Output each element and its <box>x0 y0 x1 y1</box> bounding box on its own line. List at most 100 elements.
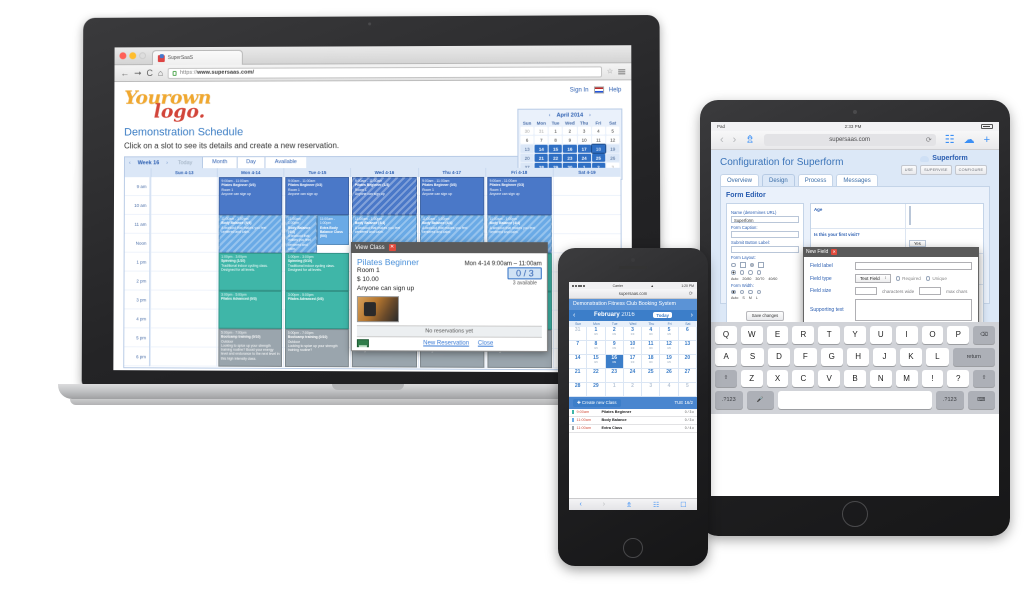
window-controls[interactable] <box>119 52 147 60</box>
calendar-day-column[interactable] <box>149 177 217 367</box>
layout-option-2080[interactable] <box>739 270 744 275</box>
close-icon[interactable]: ✕ <box>831 249 838 255</box>
mini-cal-day[interactable]: 3 <box>577 126 591 135</box>
key-p[interactable]: P <box>947 326 970 344</box>
key-h[interactable]: H <box>846 347 870 366</box>
form-name-input[interactable]: Superform <box>731 216 799 223</box>
key-d[interactable]: D <box>767 347 791 366</box>
key-g[interactable]: G <box>820 347 843 366</box>
keyboard-row-2[interactable]: A S D F G H J K Lreturn <box>714 347 996 366</box>
share-icon[interactable]: ⇯ <box>745 134 754 146</box>
backspace-key[interactable]: ⌫ <box>973 326 995 344</box>
iphone-day-cell[interactable]: 23 <box>605 368 624 383</box>
iphone-day-cell[interactable]: 4 <box>660 382 679 397</box>
forward-arrow-icon[interactable]: ➞ <box>134 68 141 78</box>
key-o[interactable]: O <box>921 326 944 344</box>
iphone-day-cell[interactable]: 5 <box>678 382 697 397</box>
cloud-icon[interactable]: ☁ <box>964 134 975 146</box>
tab-overview[interactable]: Overview <box>720 174 760 186</box>
create-class-bar[interactable]: ✚ Create new Class TUE 16/2 <box>569 396 697 409</box>
iphone-class-row[interactable]: 11:00am Body Balance 0 / 3 c <box>569 417 697 425</box>
today-button[interactable]: Today <box>653 312 672 318</box>
iphone-day-cell[interactable]: 24 <box>623 368 643 383</box>
home-icon[interactable]: ⌂ <box>158 68 163 78</box>
iphone-day-cell[interactable]: 12 0/9 <box>660 340 679 355</box>
calendar-event[interactable]: 3:00pm - 5:00pmPilates Advanced (0/3) <box>218 290 283 330</box>
keyboard-row-4[interactable]: .?123 🎤 .?123 ⌨ <box>715 391 995 409</box>
key-l[interactable]: L <box>926 347 949 366</box>
tab-day[interactable]: Day <box>236 157 265 169</box>
iphone-day-cell[interactable]: 2 0/9 <box>605 326 624 341</box>
key-y[interactable]: Y <box>844 326 866 344</box>
forward-arrow-icon[interactable]: › <box>733 134 737 146</box>
plus-icon[interactable]: + <box>984 134 990 146</box>
shift-key-left[interactable]: ⇧ <box>715 369 737 388</box>
iphone-day-cell[interactable]: 15 0/9 <box>587 354 606 369</box>
key-X[interactable]: X <box>766 369 789 388</box>
calendar-day-header[interactable]: Thu 4-17 <box>417 168 485 178</box>
calendar-event[interactable]: 9:00am - 11:00am Pilates Beginner (1/3) Ro… <box>352 177 417 216</box>
space-key[interactable] <box>778 391 932 409</box>
month-prev-icon[interactable]: ‹ <box>573 312 575 319</box>
key-q[interactable]: Q <box>715 326 737 344</box>
bookmarks-icon[interactable]: ☷ <box>653 501 659 509</box>
hamburger-menu-icon[interactable] <box>618 68 626 74</box>
calendar-event[interactable]: 11:00am - 1:00pm Extra Body Balance Class… <box>317 215 350 246</box>
calendar-event[interactable]: 11:00am - 1:00pm Body Balance (4/4) A work… <box>285 215 318 254</box>
return-key[interactable]: return <box>952 347 996 366</box>
calendar-slot[interactable] <box>151 252 217 272</box>
calendar-slot[interactable] <box>151 271 217 291</box>
iphone-day-cell[interactable]: 13 <box>678 340 697 355</box>
preview-control[interactable] <box>905 204 983 228</box>
iphone-day-cell[interactable]: 25 <box>642 368 661 383</box>
today-button[interactable]: Today <box>172 160 198 166</box>
ipad-keyboard[interactable]: Q W E R T Y U I O P ⌫ A S D F G H J K Lreturn ⇧ Z X C V B N M!? ⇧ … <box>711 322 999 414</box>
calendar-slot[interactable] <box>150 328 217 348</box>
microphone-icon[interactable]: 🎤 <box>746 391 774 409</box>
ipad-home-button[interactable] <box>842 501 868 527</box>
key-Z[interactable]: Z <box>740 369 763 388</box>
iphone-class-row[interactable]: 11:00am Extra Class 0 / 4 c <box>569 425 697 433</box>
save-changes-button[interactable]: Save changes <box>745 310 785 321</box>
close-link[interactable]: Close <box>478 340 493 346</box>
first-visit-select[interactable]: Yes <box>909 240 926 247</box>
mini-cal-day[interactable]: 21 <box>534 153 548 162</box>
calendar-event[interactable]: 9:00am - 11:00am Pilates Beginner (0/3) Ro… <box>218 177 283 216</box>
iphone-day-cell[interactable]: 20 <box>678 354 697 369</box>
iphone-day-cell[interactable]: 1 <box>605 382 624 397</box>
mini-cal-day[interactable]: 15 <box>548 144 563 153</box>
configure-button[interactable]: CONFIGURE <box>954 165 988 175</box>
reload-icon[interactable]: ⟳ <box>926 136 932 144</box>
mini-cal-days-grid[interactable]: 30 31 1 2 3 4 5 6 7 8 9 10 11 12 13 14 15 16 17 18 19 20 21 22 2… <box>520 126 620 171</box>
iphone-day-cell[interactable]: 3 <box>642 382 661 397</box>
mini-cal-day[interactable]: 5 <box>606 126 620 135</box>
width-option-s[interactable] <box>739 289 744 294</box>
keyboard-row-1[interactable]: Q W E R T Y U I O P ⌫ <box>715 326 995 344</box>
supporting-text-area[interactable] <box>855 299 972 321</box>
iphone-day-cell[interactable]: 27 <box>678 368 697 383</box>
chars-wide-input[interactable] <box>855 287 877 295</box>
calendar-slot[interactable] <box>151 234 217 254</box>
language-flag-icon[interactable] <box>593 86 604 94</box>
help-link[interactable]: Help <box>609 87 621 93</box>
key-r[interactable]: R <box>792 326 815 344</box>
mini-cal-day[interactable]: 7 <box>534 135 548 144</box>
calendar-event[interactable]: 5:00pm - 7:00pmBootcamp training (0/10)O… <box>218 328 283 368</box>
calendar-day-column[interactable]: 9:00am - 11:00am Pilates Beginner (0/3) Ro… <box>216 177 284 368</box>
key-f[interactable]: F <box>794 347 817 366</box>
form-caption-input[interactable] <box>731 231 799 238</box>
mini-cal-day[interactable]: 2 <box>563 126 577 135</box>
iphone-day-cell[interactable]: 21 <box>569 368 588 383</box>
back-arrow-icon[interactable]: ‹ <box>579 501 581 508</box>
field-label-input[interactable] <box>855 262 972 270</box>
calendar-event[interactable]: 1:00pm - 3:00pmSpinning (0/10)Traditiona… <box>285 253 350 292</box>
bookmark-star-icon[interactable]: ☆ <box>607 67 613 75</box>
view-class-popup[interactable]: View Class ✕ Pilates Beginner Mon 4-14 9… <box>350 242 548 352</box>
iphone-day-cell[interactable]: 1 0/9 <box>587 326 606 341</box>
layout-option-4060[interactable] <box>756 270 761 275</box>
key-i[interactable]: I <box>895 326 918 344</box>
submit-button-label-input[interactable] <box>731 246 799 253</box>
mini-cal-day[interactable]: 24 <box>577 153 591 162</box>
iphone-day-cell[interactable]: 22 <box>587 368 606 383</box>
iphone-address-bar[interactable]: supersaas.com ⟳ <box>569 289 697 299</box>
